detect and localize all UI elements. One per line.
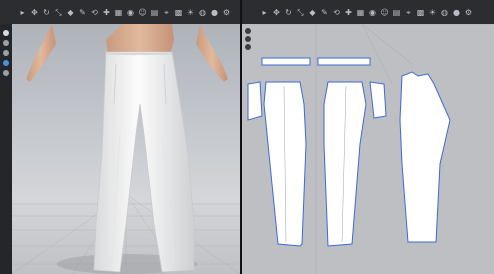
display-icon[interactable]: ▤ xyxy=(150,8,159,17)
grid-icon[interactable]: ▦ xyxy=(114,8,123,17)
notch-icon[interactable]: ⌖ xyxy=(404,8,413,17)
mirror-icon[interactable]: ▤ xyxy=(392,8,401,17)
render-icon[interactable]: ◍ xyxy=(198,8,207,17)
record-icon[interactable]: ● xyxy=(210,8,219,17)
measure-icon[interactable]: ⌖ xyxy=(162,8,171,17)
toolbar-2d: ▸ ✥ ↻ ⤡ ◆ ✎ ⟲ ✚ ▦ ◉ ☺ ▤ ⌖ ▩ ☀ ◍ ● ⚙ xyxy=(242,0,494,25)
tack-icon[interactable]: ✚ xyxy=(102,8,111,17)
waistband-piece-left[interactable] xyxy=(261,57,311,66)
pattern-canvas xyxy=(242,24,494,274)
settings-icon[interactable]: ⚙ xyxy=(222,8,231,17)
torso xyxy=(106,24,174,54)
avatar-icon[interactable]: ☺ xyxy=(138,8,147,17)
right-arm xyxy=(196,24,228,82)
left-arm xyxy=(26,24,56,82)
front-pant-piece-right[interactable] xyxy=(323,81,367,247)
scale-icon[interactable]: ⤡ xyxy=(54,8,63,17)
seam-icon[interactable]: ✚ xyxy=(344,8,353,17)
avatar-scene xyxy=(12,24,240,274)
select-icon[interactable]: ▸ xyxy=(18,8,27,17)
fold-icon[interactable]: ⟲ xyxy=(90,8,99,17)
light-icon[interactable]: ☀ xyxy=(186,8,195,17)
pocket-piece-right[interactable] xyxy=(369,81,387,119)
lock-icon[interactable] xyxy=(245,36,251,42)
garment-icon[interactable] xyxy=(3,40,9,46)
waistband-piece-right[interactable] xyxy=(317,57,371,66)
toolbar-2d-icons: ▸ ✥ ↻ ⤡ ◆ ✎ ⟲ ✚ ▦ ◉ ☺ ▤ ⌖ ▩ ☀ ◍ ● ⚙ xyxy=(260,3,490,21)
pin-icon[interactable]: ◆ xyxy=(66,8,75,17)
transform-icon[interactable]: ▸ xyxy=(260,8,269,17)
texture-icon[interactable]: ▩ xyxy=(174,8,183,17)
internal-line-icon[interactable]: ⟲ xyxy=(332,8,341,17)
simulation-icon[interactable] xyxy=(3,60,9,66)
edit-point-icon[interactable]: ✥ xyxy=(272,8,281,17)
move-icon[interactable]: ✥ xyxy=(30,8,39,17)
fold-icon[interactable]: ▦ xyxy=(356,8,365,17)
brush-icon[interactable]: ✎ xyxy=(78,8,87,17)
layer-icon[interactable] xyxy=(245,28,251,34)
zoom-icon[interactable]: ● xyxy=(452,8,461,17)
camera-icon[interactable]: ◉ xyxy=(126,8,135,17)
toolbar-3d: ▸ ✥ ↻ ⤡ ◆ ✎ ⟲ ✚ ▦ ◉ ☺ ▤ ⌖ ▩ ☀ ◍ ● ⚙ xyxy=(0,0,240,25)
sidebar-3d xyxy=(0,24,12,274)
settings-icon[interactable]: ⚙ xyxy=(464,8,473,17)
dart-icon[interactable]: ✎ xyxy=(320,8,329,17)
sidebar-2d xyxy=(242,24,252,84)
rotate-icon[interactable]: ↻ xyxy=(42,8,51,17)
trace-icon[interactable]: ◉ xyxy=(368,8,377,17)
eye-icon[interactable] xyxy=(245,44,251,50)
pleat-icon[interactable]: ◍ xyxy=(440,8,449,17)
pin-icon[interactable] xyxy=(3,70,9,76)
viewport-3d[interactable] xyxy=(12,24,240,274)
topstitch-icon[interactable]: ☀ xyxy=(428,8,437,17)
circle-icon[interactable]: ◆ xyxy=(308,8,317,17)
back-pant-piece[interactable] xyxy=(399,71,451,243)
grade-icon[interactable]: ☺ xyxy=(380,8,389,17)
rectangle-icon[interactable]: ⤡ xyxy=(296,8,305,17)
viewport-2d[interactable] xyxy=(242,24,494,274)
toolbar-3d-icons: ▸ ✥ ↻ ⤡ ◆ ✎ ⟲ ✚ ▦ ◉ ☺ ▤ ⌖ ▩ ☀ ◍ ● ⚙ xyxy=(18,3,236,21)
layer-icon[interactable] xyxy=(3,50,9,56)
pocket-piece-left[interactable] xyxy=(247,81,263,121)
button-icon[interactable]: ▩ xyxy=(416,8,425,17)
pants-garment[interactable] xyxy=(93,51,195,273)
polygon-icon[interactable]: ↻ xyxy=(284,8,293,17)
avatar-icon[interactable] xyxy=(3,30,9,36)
